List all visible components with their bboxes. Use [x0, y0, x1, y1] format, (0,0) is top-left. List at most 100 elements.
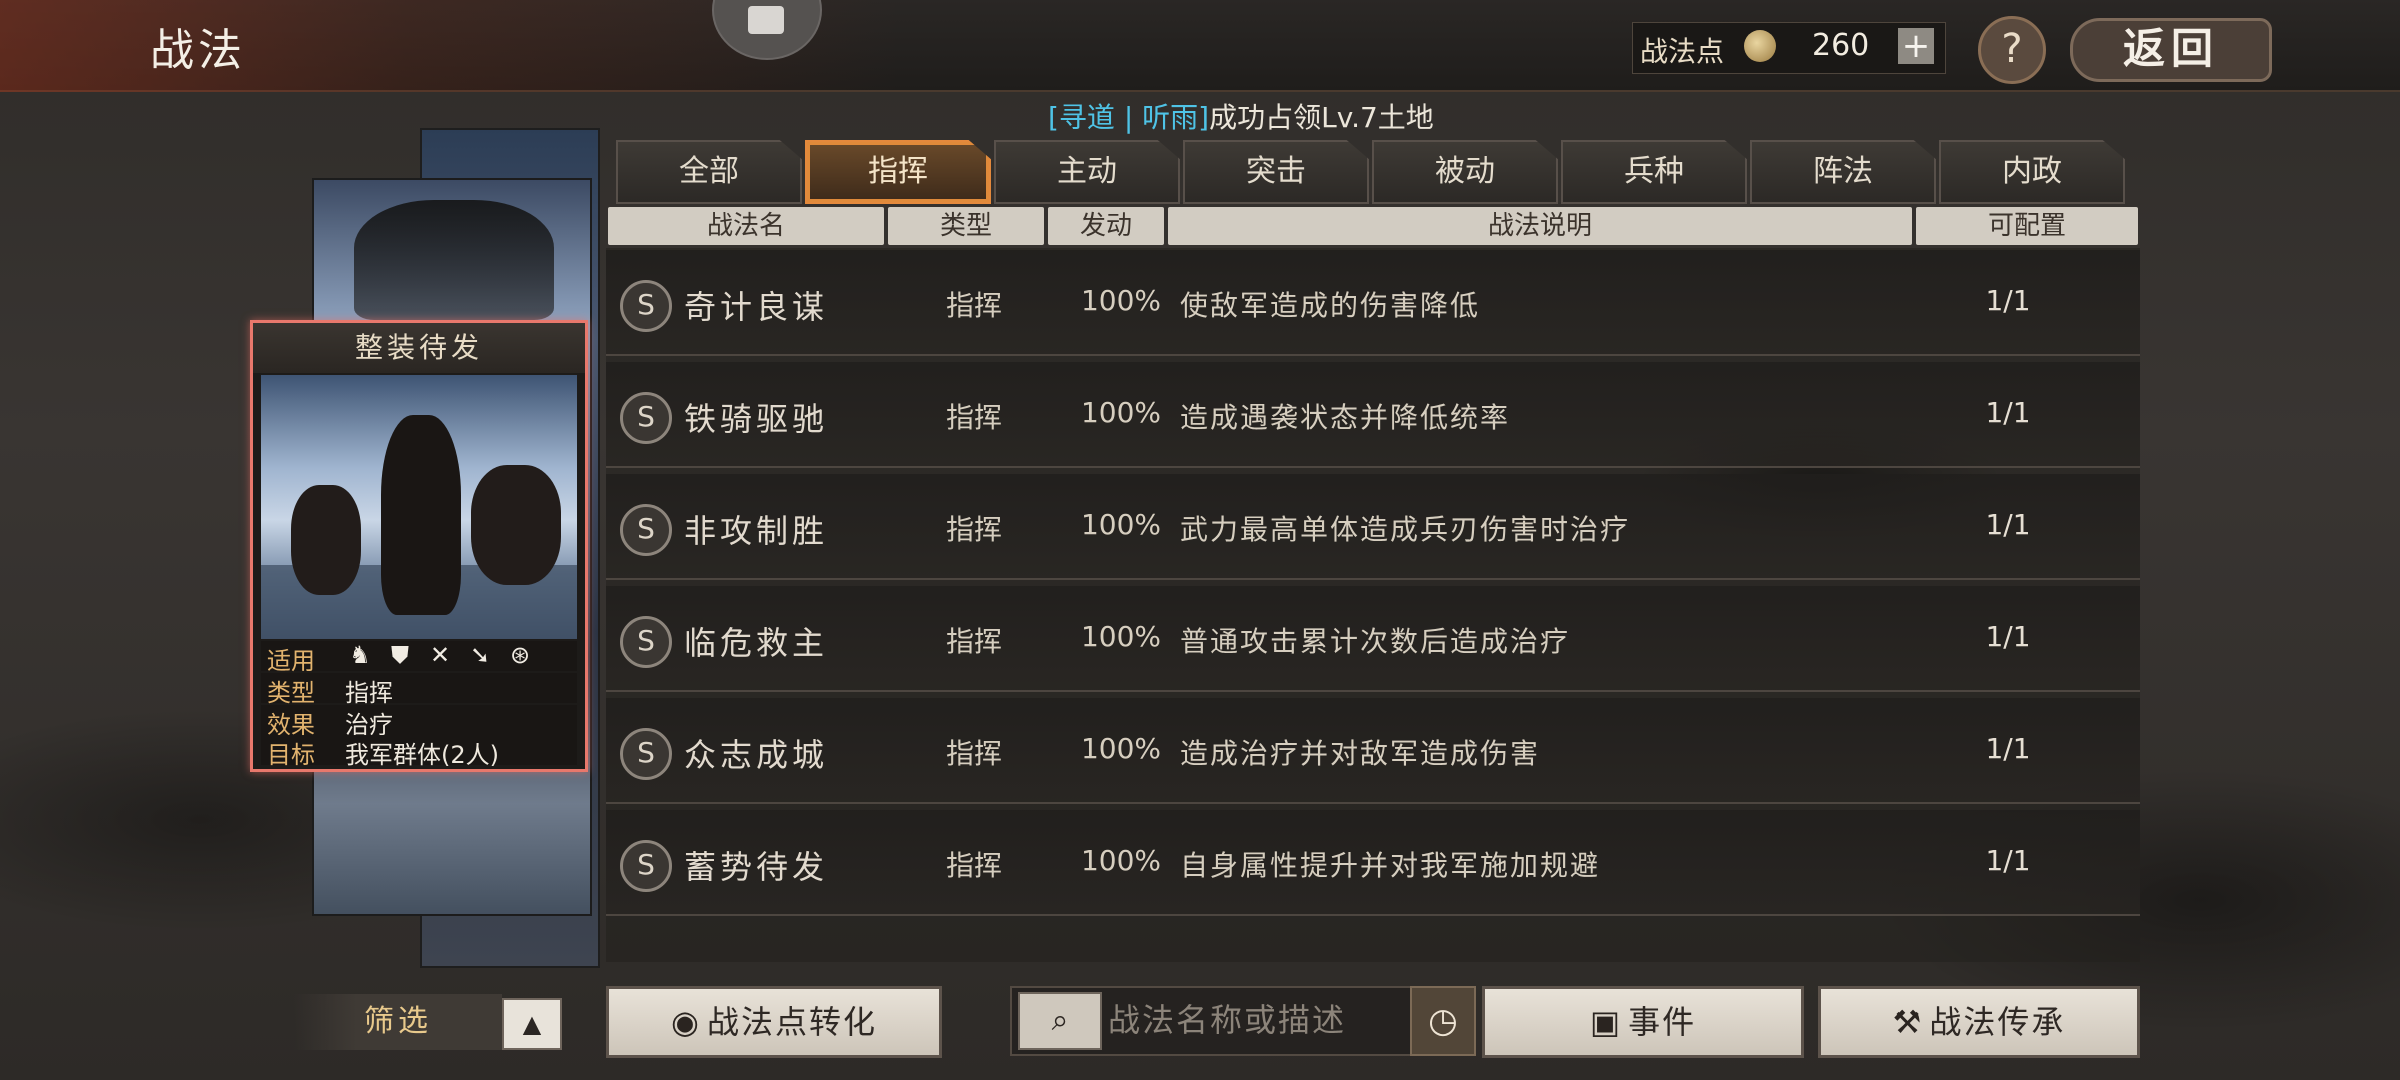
column-header-config[interactable]: 可配置: [1916, 207, 2138, 245]
search-input[interactable]: [1106, 992, 1410, 1048]
card-art-troop: [471, 465, 561, 585]
column-header-name[interactable]: 战法名: [608, 207, 884, 245]
event-button[interactable]: ▣ 事件: [1482, 986, 1804, 1058]
help-button[interactable]: ?: [1978, 16, 2046, 84]
tactic-description: 自身属性提升并对我军施加规避: [1180, 849, 1601, 882]
table-row[interactable]: S 奇计良谋 指挥 100% 使敌军造成的伤害降低 1/1: [606, 250, 2140, 356]
filter-label[interactable]: 筛选: [294, 994, 502, 1050]
card-artwork: [261, 375, 577, 639]
tactic-name: 临危救主: [684, 624, 829, 662]
cavalry-icon: ♞: [349, 641, 371, 669]
tab-all[interactable]: 全部: [616, 140, 802, 204]
tactic-config-count: 1/1: [1985, 508, 2031, 541]
convert-icon: ◉: [671, 1003, 701, 1041]
tactic-points-label: 战法点: [1640, 35, 1725, 68]
tactic-rate: 100%: [1080, 732, 1162, 765]
tactic-type: 指挥: [945, 849, 1002, 882]
hammer-icon: ⚒: [1892, 1003, 1924, 1041]
tactic-config-count: 1/1: [1985, 396, 2031, 429]
event-icon: ▣: [1589, 1003, 1623, 1041]
table-row[interactable]: S 蓄势待发 指挥 100% 自身属性提升并对我军施加规避 1/1: [606, 810, 2140, 916]
tactic-description: 普通攻击累计次数后造成治疗: [1180, 625, 1571, 658]
event-label: 事件: [1628, 1003, 1697, 1041]
card-type-label: 类型: [267, 679, 315, 707]
tab-troop-type[interactable]: 兵种: [1561, 140, 1747, 204]
tab-active[interactable]: 主动: [994, 140, 1180, 204]
tactic-rate: 100%: [1080, 620, 1162, 653]
card-art-troop: [291, 485, 361, 595]
page-title: 战法: [150, 25, 246, 76]
card-art-rider: [381, 415, 461, 615]
tactic-description: 造成治疗并对敌军造成伤害: [1180, 737, 1541, 770]
grade-badge: S: [620, 728, 672, 780]
grade-badge: S: [620, 504, 672, 556]
convert-points-button[interactable]: ◉ 战法点转化: [606, 986, 942, 1058]
card-applies-icons: ♞ ⛊ ✕ ➘ ⊛: [345, 641, 545, 669]
tactic-config-count: 1/1: [1985, 844, 2031, 877]
table-row[interactable]: S 铁骑驱驰 指挥 100% 造成遇袭状态并降低统率 1/1: [606, 362, 2140, 468]
convert-points-label: 战法点转化: [706, 1003, 877, 1041]
tactic-rate: 100%: [1080, 844, 1162, 877]
filter-toggle-button[interactable]: ▲: [502, 998, 562, 1050]
tactic-type: 指挥: [945, 289, 1002, 322]
tactic-name: 铁骑驱驰: [684, 400, 829, 438]
table-row[interactable]: S 众志成城 指挥 100% 造成治疗并对敌军造成伤害 1/1: [606, 698, 2140, 804]
inherit-button[interactable]: ⚒ 战法传承: [1818, 986, 2140, 1058]
grade-badge: S: [620, 392, 672, 444]
add-points-button[interactable]: +: [1898, 28, 1934, 64]
card-effect-row: 效果 治疗: [261, 705, 577, 739]
column-header-description: 战法说明: [1168, 207, 1912, 245]
card-applies-row: 适用 ♞ ⛊ ✕ ➘ ⊛: [261, 641, 577, 675]
tab-internal-affairs[interactable]: 内政: [1939, 140, 2125, 204]
tactics-list[interactable]: S 奇计良谋 指挥 100% 使敌军造成的伤害降低 1/1 S 铁骑驱驰 指挥 …: [606, 248, 2140, 962]
tactic-description: 造成遇袭状态并降低统率: [1180, 401, 1511, 434]
tactic-rate: 100%: [1080, 508, 1162, 541]
table-row[interactable]: S 非攻制胜 指挥 100% 武力最高单体造成兵刃伤害时治疗 1/1: [606, 474, 2140, 580]
card-applies-label: 适用: [267, 647, 315, 675]
tactic-rate: 100%: [1080, 284, 1162, 317]
card-title: 整装待发: [253, 323, 585, 373]
tactic-name: 众志成城: [684, 736, 829, 774]
tactic-config-count: 1/1: [1985, 284, 2031, 317]
card-type-row: 类型 指挥: [261, 673, 577, 707]
tab-command[interactable]: 指挥: [805, 140, 991, 204]
notice-banner: [寻道 | 听雨]成功占领Lv.7土地: [1048, 96, 1434, 136]
grade-badge: S: [620, 840, 672, 892]
crossed-bow-icon: ✕: [429, 641, 451, 669]
search-icon[interactable]: ⌕: [1018, 992, 1102, 1050]
tactic-points-icon: [1744, 30, 1776, 62]
tactic-name: 蓄势待发: [684, 848, 829, 886]
puzzle-icon: [748, 6, 784, 34]
column-header-type[interactable]: 类型: [888, 207, 1044, 245]
tactic-type: 指挥: [945, 401, 1002, 434]
tactic-config-count: 1/1: [1985, 732, 2031, 765]
wheel-icon: ⊛: [509, 641, 531, 669]
tab-assault[interactable]: 突击: [1183, 140, 1369, 204]
card-target-label: 目标: [267, 741, 315, 769]
card-type-value: 指挥: [345, 679, 393, 707]
spear-icon: ➘: [469, 641, 491, 669]
tactic-points-value: 260: [1812, 28, 1870, 63]
tactic-name: 非攻制胜: [684, 512, 829, 550]
column-header-rate[interactable]: 发动: [1048, 207, 1164, 245]
troops-illustration: [354, 200, 554, 320]
card-target-row: 目标 我军群体(2人): [261, 735, 577, 769]
inherit-label: 战法传承: [1929, 1003, 2066, 1041]
grade-badge: S: [620, 280, 672, 332]
tab-formation[interactable]: 阵法: [1750, 140, 1936, 204]
tactic-description: 武力最高单体造成兵刃伤害时治疗: [1180, 513, 1631, 546]
card-target-value: 我军群体(2人): [345, 741, 499, 769]
notice-player[interactable]: [寻道 | 听雨]: [1048, 101, 1209, 134]
tactic-name: 奇计良谋: [684, 288, 829, 326]
back-button[interactable]: 返回: [2070, 18, 2272, 82]
tab-passive[interactable]: 被动: [1372, 140, 1558, 204]
history-clock-icon[interactable]: ◷: [1410, 986, 1476, 1056]
tactic-type: 指挥: [945, 737, 1002, 770]
tactic-config-count: 1/1: [1985, 620, 2031, 653]
grade-badge: S: [620, 616, 672, 668]
tactic-description: 使敌军造成的伤害降低: [1180, 289, 1481, 322]
table-row[interactable]: S 临危救主 指挥 100% 普通攻击累计次数后造成治疗 1/1: [606, 586, 2140, 692]
notice-text: 成功占领Lv.7土地: [1209, 101, 1434, 134]
tactic-type: 指挥: [945, 513, 1002, 546]
tactic-detail-card[interactable]: 整装待发 适用 ♞ ⛊ ✕ ➘ ⊛ 类型 指挥 效果 治疗 目标 我军群体(2人): [250, 320, 588, 772]
